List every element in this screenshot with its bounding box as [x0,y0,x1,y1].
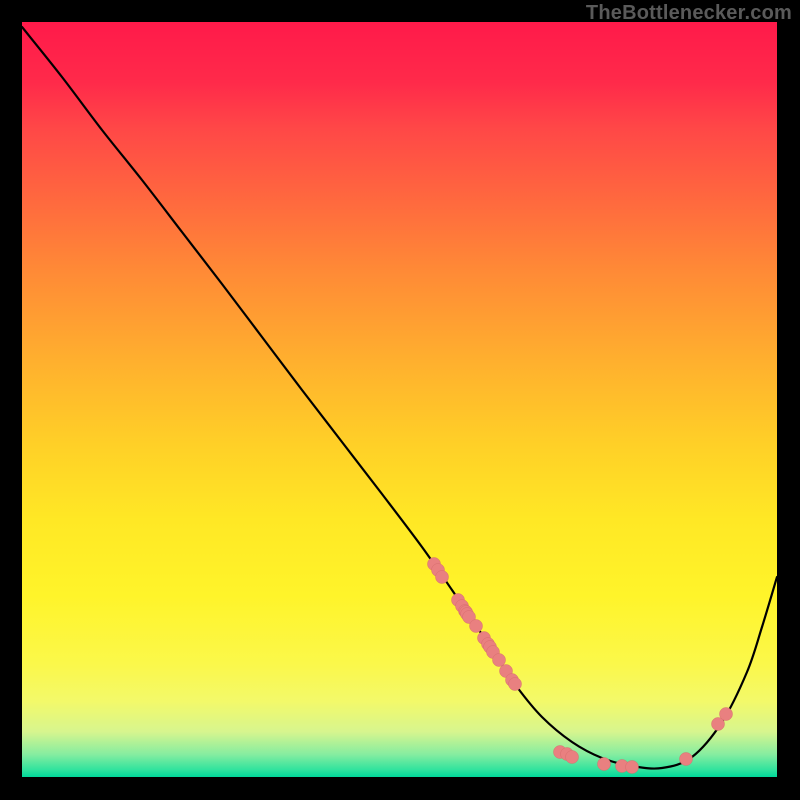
bottleneck-curve [22,27,777,769]
chart-marker [470,620,483,633]
chart-marker [598,758,611,771]
chart-marker [626,761,639,774]
attribution-label: TheBottlenecker.com [586,2,792,25]
chart-marker [720,708,733,721]
chart-svg [22,22,777,777]
chart-marker [680,753,693,766]
chart-marker [509,678,522,691]
chart-marker [493,654,506,667]
chart-frame [22,22,777,777]
chart-marker [436,571,449,584]
chart-markers [428,558,733,774]
chart-marker [566,751,579,764]
